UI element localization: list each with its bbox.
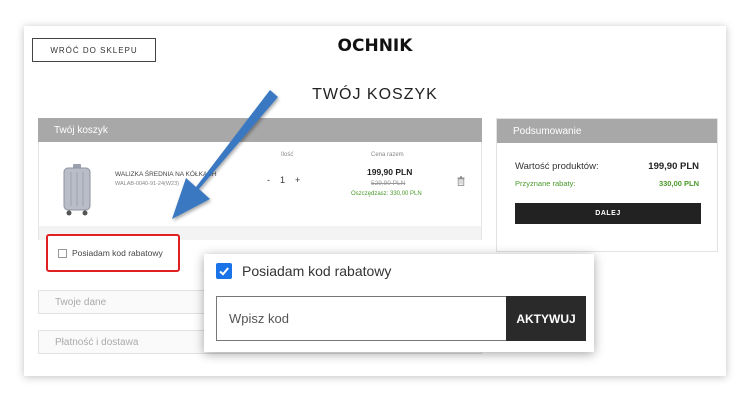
discounts-label: Przyznane rabaty: [515,179,576,188]
popup-checkbox-label: Posiadam kod rabatowy [242,263,392,279]
qty-value: 1 [280,175,286,185]
trash-icon[interactable] [457,176,465,186]
activate-button[interactable]: AKTYWUJ [506,296,586,341]
products-value-label: Wartość produktów: [515,161,599,172]
qty-column-label: Ilość [281,152,294,158]
next-button[interactable]: DALEJ [515,203,701,224]
discount-checkbox[interactable] [58,248,67,258]
popup-checkbox-row[interactable]: Posiadam kod rabatowy [216,263,391,279]
summary-panel: Podsumowanie Wartość produktów: 199,90 P… [496,118,718,252]
products-value: 199,90 PLN [648,161,699,172]
discounts-value: 330,00 PLN [658,179,699,188]
cart-panel-header: Twój koszyk [38,118,482,142]
suitcase-icon [63,164,91,216]
quantity-stepper: - 1 + [267,175,300,185]
item-saving: Oszczędzasz: 330,00 PLN [351,191,422,197]
discount-code-input[interactable] [216,296,508,341]
popup-checkbox[interactable] [216,263,232,279]
cart-item-row: WALIZKA ŚREDNIA NA KÓŁKACH WALAB-0040-91… [38,142,482,226]
qty-minus-button[interactable]: - [267,175,270,185]
price-column-label: Cena razem [371,152,404,158]
summary-panel-header: Podsumowanie [497,119,717,143]
item-old-price: 529,90 PLN [371,180,406,187]
discount-checkbox-label: Posiadam kod rabatowy [72,248,163,258]
item-price: 199,90 PLN [367,167,413,177]
discount-code-checkbox-row[interactable]: Posiadam kod rabatowy [46,234,180,272]
brand-logo[interactable]: OCHNIK [24,36,726,56]
page-title: TWÓJ KOSZYK [312,86,438,103]
qty-plus-button[interactable]: + [295,175,300,185]
product-sku: WALAB-0040-91-24(W23) [115,181,179,187]
checkmark-icon [219,267,229,276]
screenshot-stage: WRÓĆ DO SKLEPU OCHNIK TWÓJ KOSZYK Twój k… [0,0,750,400]
product-name[interactable]: WALIZKA ŚREDNIA NA KÓŁKACH [115,170,225,179]
discount-code-popup: Posiadam kod rabatowy AKTYWUJ [204,254,594,352]
